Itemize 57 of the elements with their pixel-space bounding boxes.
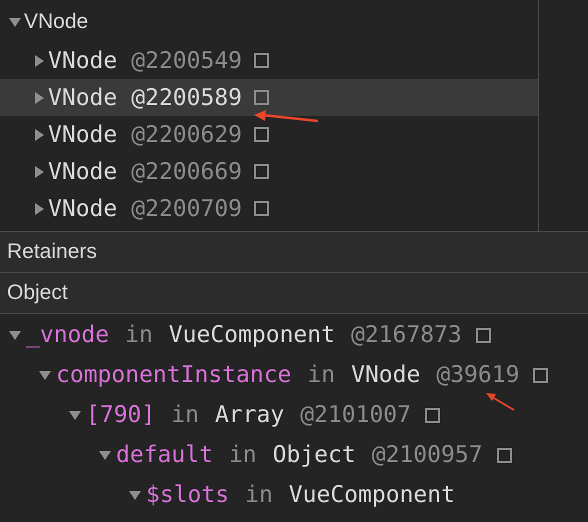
reveal-square-icon[interactable] <box>533 368 548 382</box>
section-header[interactable]: Object <box>0 273 588 314</box>
object-id: @2167873 <box>350 320 462 350</box>
node-name: VNode <box>48 84 118 112</box>
node-name: VNode <box>48 194 118 224</box>
collapse-triangle-icon[interactable] <box>32 164 46 178</box>
property-name: componentInstance <box>56 360 292 390</box>
node-name: VNode <box>48 46 118 76</box>
property-name: default <box>116 440 213 470</box>
reveal-square-icon[interactable] <box>254 201 270 216</box>
connector-text: in <box>307 360 336 390</box>
reveal-square-icon[interactable] <box>254 127 270 142</box>
node-name: VNode <box>48 158 118 186</box>
connector-text: in <box>171 400 199 430</box>
heap-node-row[interactable]: VNode @2200549 <box>0 42 538 79</box>
reveal-square-icon[interactable] <box>424 408 440 422</box>
object-id: @2200589 <box>131 84 242 112</box>
object-id: @2200549 <box>131 46 242 76</box>
property-name: $slots <box>146 480 230 510</box>
heap-node-row[interactable]: VNode @2200709 <box>0 190 538 227</box>
reveal-square-icon[interactable] <box>254 53 270 68</box>
reveal-square-icon[interactable] <box>254 90 270 105</box>
annotation-arrow <box>484 390 516 412</box>
node-name: VNode <box>48 120 118 150</box>
reveal-square-icon[interactable] <box>476 328 491 342</box>
heap-node-row[interactable]: VNode @2200589 <box>0 79 538 116</box>
expand-triangle-icon[interactable] <box>68 408 82 422</box>
object-id: @39619 <box>436 360 520 390</box>
collapse-triangle-icon[interactable] <box>32 54 46 68</box>
object-id: @2200709 <box>131 194 242 224</box>
object-id: @2100957 <box>372 440 483 470</box>
expand-triangle-icon[interactable] <box>98 448 112 462</box>
property-name: [790] <box>86 400 156 430</box>
property-name: _vnode <box>26 320 110 350</box>
type-name: Array <box>214 400 284 430</box>
type-name: VueComponent <box>288 480 455 510</box>
type-name: Object <box>272 440 356 470</box>
expand-triangle-icon[interactable] <box>8 328 22 342</box>
collapse-triangle-icon[interactable] <box>32 90 46 104</box>
type-name: VueComponent <box>168 320 335 350</box>
connector-text: in <box>228 440 257 470</box>
object-id: @2200629 <box>131 120 242 150</box>
reveal-square-icon[interactable] <box>254 164 270 179</box>
object-id: @2200669 <box>131 158 242 186</box>
heap-node-row[interactable]: VNode @2200669 <box>0 153 538 190</box>
group-label: VNode <box>24 8 88 35</box>
expand-triangle-icon[interactable] <box>38 368 52 382</box>
collapse-triangle-icon[interactable] <box>32 128 46 142</box>
object-id: @2101007 <box>300 400 411 430</box>
reveal-square-icon[interactable] <box>496 448 512 462</box>
connector-text: in <box>125 320 153 350</box>
collapse-triangle-icon[interactable] <box>32 202 46 216</box>
expand-triangle-icon[interactable] <box>128 488 142 502</box>
heap-node-row[interactable]: VNode @2200629 <box>0 116 538 153</box>
section-header[interactable]: Retainers <box>0 232 588 273</box>
type-name: VNode <box>351 360 420 390</box>
connector-text: in <box>245 480 273 510</box>
